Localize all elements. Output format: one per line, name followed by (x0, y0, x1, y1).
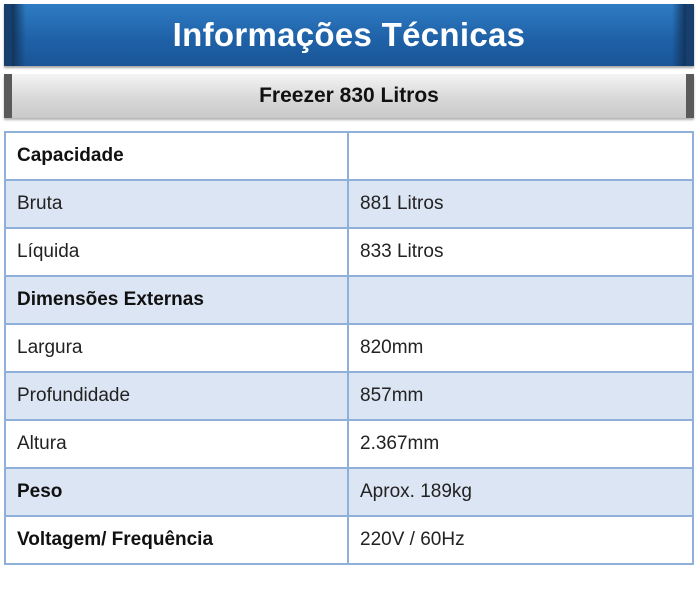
table-row: Altura 2.367mm (4, 419, 694, 469)
spec-value: 833 Litros (347, 227, 694, 277)
page-title: Informações Técnicas (172, 16, 526, 53)
spec-label: Capacidade (4, 131, 349, 181)
spec-value: 220V / 60Hz (347, 515, 694, 565)
spec-value: 881 Litros (347, 179, 694, 229)
spec-value: 857mm (347, 371, 694, 421)
spec-label: Líquida (4, 227, 349, 277)
spec-value (347, 275, 694, 325)
subtitle-banner: Freezer 830 Litros (4, 74, 694, 118)
table-row: Líquida 833 Litros (4, 227, 694, 277)
table-row: Bruta 881 Litros (4, 179, 694, 229)
spec-value: 2.367mm (347, 419, 694, 469)
spec-value: Aprox. 189kg (347, 467, 694, 517)
table-row: Dimensões Externas (4, 275, 694, 325)
spec-label: Profundidade (4, 371, 349, 421)
product-name: Freezer 830 Litros (259, 84, 439, 107)
spec-value (347, 131, 694, 181)
table-row: Profundidade 857mm (4, 371, 694, 421)
title-banner: Informações Técnicas (4, 4, 694, 66)
spec-table: Capacidade Bruta 881 Litros Líquida 833 … (4, 131, 694, 565)
spec-value: 820mm (347, 323, 694, 373)
spec-label: Altura (4, 419, 349, 469)
spec-label: Bruta (4, 179, 349, 229)
table-row: Largura 820mm (4, 323, 694, 373)
spec-label: Largura (4, 323, 349, 373)
spec-label: Peso (4, 467, 349, 517)
table-row: Voltagem/ Frequência 220V / 60Hz (4, 515, 694, 565)
spec-label: Voltagem/ Frequência (4, 515, 349, 565)
spec-label: Dimensões Externas (4, 275, 349, 325)
table-row: Capacidade (4, 131, 694, 181)
table-row: Peso Aprox. 189kg (4, 467, 694, 517)
